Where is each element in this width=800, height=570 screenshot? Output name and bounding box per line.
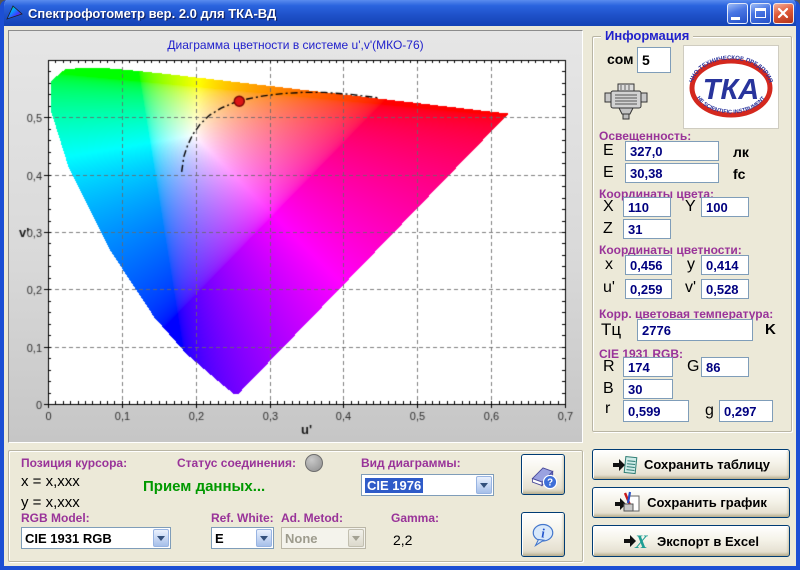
coord-y-input[interactable] <box>701 197 749 217</box>
logo-text: ТКА <box>703 74 760 106</box>
maximize-button[interactable] <box>750 3 771 24</box>
com-port-label: сом <box>607 51 634 67</box>
chroma-y-symbol: y <box>687 256 695 274</box>
coord-z-symbol: Z <box>603 220 613 238</box>
ref-white-value: E <box>215 531 224 546</box>
chromaticity-diagram-canvas[interactable] <box>9 31 584 444</box>
maximize-icon <box>755 8 766 18</box>
ref-white-label: Ref. White: <box>211 511 274 525</box>
chroma-v-input[interactable] <box>701 279 749 299</box>
chevron-down-icon[interactable] <box>476 476 492 494</box>
connection-status-indicator <box>305 454 323 472</box>
data-status-message: Прием данных... <box>143 478 265 495</box>
rgb-rl-input[interactable] <box>623 400 689 422</box>
save-graph-icon <box>615 491 641 515</box>
diagram-type-select[interactable]: CIE 1976 <box>361 474 494 496</box>
connection-status-label: Статус соединения: <box>177 456 296 470</box>
diagram-type-label: Вид диаграммы: <box>361 456 461 470</box>
ad-method-label: Ad. Metod: <box>281 511 343 525</box>
info-groupbox: Информация сом ТКА НАУЧНО-ТЕХНИЧЕСКОЕ ПР… <box>592 36 792 432</box>
save-table-button[interactable]: Сохранить таблицу <box>592 449 790 480</box>
illuminance-lux-unit: лк <box>733 144 749 160</box>
cct-unit: K <box>765 321 776 338</box>
chroma-v-symbol: v' <box>685 279 696 297</box>
export-excel-label: Экспорт в Excel <box>657 534 759 549</box>
save-table-icon <box>612 454 638 476</box>
rgb-rl-symbol: r <box>605 400 610 418</box>
illuminance-fc-unit: fc <box>733 166 745 182</box>
serial-connector-icon <box>603 83 649 121</box>
minimize-button[interactable] <box>727 3 748 24</box>
illuminance-lux-input[interactable] <box>625 141 719 161</box>
rgb-model-label: RGB Model: <box>21 511 90 525</box>
rgb-b-symbol: B <box>603 380 614 398</box>
help-book-icon: ? <box>528 458 558 492</box>
chroma-y-input[interactable] <box>701 255 749 275</box>
app-icon <box>6 5 23 21</box>
svg-text:?: ? <box>547 477 553 488</box>
rgb-g-symbol: G <box>687 358 699 376</box>
illuminance-fc-input[interactable] <box>625 163 719 183</box>
cct-symbol: Тц <box>601 320 621 340</box>
app-window: Спектрофотометр вер. 2.0 для ТКА-ВД Диаг… <box>0 0 800 570</box>
tka-logo: ТКА НАУЧНО-ТЕХНИЧЕСКОЕ ПРЕДПРИЯТИЕ THE S… <box>683 45 779 129</box>
info-button[interactable]: i <box>521 512 565 557</box>
cursor-y-value: y = x,xxx <box>21 494 80 511</box>
close-icon <box>774 4 793 23</box>
save-graph-label: Сохранить график <box>647 495 767 510</box>
rgb-gl-input[interactable] <box>719 400 773 422</box>
diagram-type-value: CIE 1976 <box>365 478 423 493</box>
ad-method-select: None <box>281 527 366 549</box>
info-caption: Информация <box>601 29 693 43</box>
rgb-b-input[interactable] <box>623 379 673 399</box>
rgb-g-input[interactable] <box>701 357 749 377</box>
coord-y-symbol: Y <box>685 198 696 216</box>
rgb-model-value: CIE 1931 RGB <box>25 531 112 546</box>
illuminance-lux-symbol: E <box>603 142 614 160</box>
close-button[interactable] <box>773 3 794 24</box>
rgb-model-select[interactable]: CIE 1931 RGB <box>21 527 171 549</box>
chart-panel: Диаграмма цветности в системе u',v'(МКО-… <box>8 30 583 443</box>
chevron-down-icon <box>348 529 364 547</box>
ad-method-value: None <box>285 531 318 546</box>
save-table-label: Сохранить таблицу <box>644 457 770 472</box>
excel-icon: X <box>623 530 651 552</box>
chroma-u-symbol: u' <box>603 279 615 297</box>
ref-white-select[interactable]: E <box>211 527 274 549</box>
chroma-u-input[interactable] <box>625 279 672 299</box>
window-title: Спектрофотометр вер. 2.0 для ТКА-ВД <box>28 6 725 21</box>
gamma-label: Gamma: <box>391 511 439 525</box>
svg-text:i: i <box>541 526 545 540</box>
chart-title: Диаграмма цветности в системе u',v'(МКО-… <box>9 38 582 52</box>
chevron-down-icon[interactable] <box>153 529 169 547</box>
help-button[interactable]: ? <box>521 454 565 495</box>
chroma-x-symbol: x <box>605 256 613 274</box>
cursor-position-label: Позиция курсора: <box>21 456 127 470</box>
svg-text:X: X <box>634 532 649 552</box>
com-port-input[interactable] <box>637 47 671 73</box>
coord-z-input[interactable] <box>623 219 671 239</box>
export-excel-button[interactable]: X Экспорт в Excel <box>592 525 790 557</box>
info-bubble-icon: i <box>528 517 558 553</box>
gamma-value: 2,2 <box>393 532 412 548</box>
titlebar[interactable]: Спектрофотометр вер. 2.0 для ТКА-ВД <box>0 0 800 26</box>
chroma-x-input[interactable] <box>625 255 672 275</box>
coord-x-input[interactable] <box>623 197 671 217</box>
chevron-down-icon[interactable] <box>256 529 272 547</box>
rgb-r-symbol: R <box>603 358 615 376</box>
cursor-x-value: x = x,xxx <box>21 473 80 490</box>
coord-x-symbol: X <box>603 198 614 216</box>
illuminance-fc-symbol: E <box>603 164 614 182</box>
minimize-icon <box>731 17 740 20</box>
controls-groupbox: Позиция курсора: x = x,xxx y = x,xxx Ста… <box>8 450 583 562</box>
cct-input[interactable] <box>637 319 753 341</box>
save-graph-button[interactable]: Сохранить график <box>592 487 790 518</box>
rgb-gl-symbol: g <box>705 402 714 420</box>
rgb-r-input[interactable] <box>623 357 673 377</box>
